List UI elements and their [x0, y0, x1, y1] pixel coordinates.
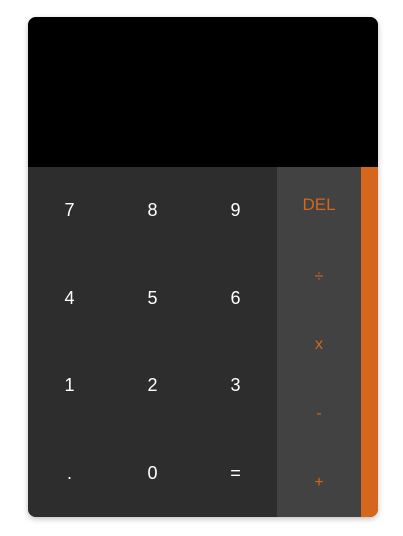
operator-column: DEL ÷ x - + [277, 167, 361, 517]
key-3[interactable]: 3 [194, 342, 277, 430]
key-decimal[interactable]: . [28, 430, 111, 518]
key-equals[interactable]: = [194, 430, 277, 518]
subtract-button[interactable]: - [277, 380, 361, 449]
key-0[interactable]: 0 [111, 430, 194, 518]
key-4[interactable]: 4 [28, 255, 111, 343]
advanced-panel-handle[interactable] [361, 167, 378, 517]
key-9[interactable]: 9 [194, 167, 277, 255]
number-pad: 7 8 9 4 5 6 1 2 3 . 0 = [28, 167, 277, 517]
key-2[interactable]: 2 [111, 342, 194, 430]
key-7[interactable]: 7 [28, 167, 111, 255]
multiply-button[interactable]: x [277, 311, 361, 380]
key-5[interactable]: 5 [111, 255, 194, 343]
delete-button[interactable]: DEL [277, 167, 361, 242]
calculator-display [28, 17, 378, 167]
calculator: 7 8 9 4 5 6 1 2 3 . 0 = DEL ÷ x - + [28, 17, 378, 517]
key-1[interactable]: 1 [28, 342, 111, 430]
key-8[interactable]: 8 [111, 167, 194, 255]
divide-button[interactable]: ÷ [277, 242, 361, 311]
add-button[interactable]: + [277, 448, 361, 517]
key-6[interactable]: 6 [194, 255, 277, 343]
